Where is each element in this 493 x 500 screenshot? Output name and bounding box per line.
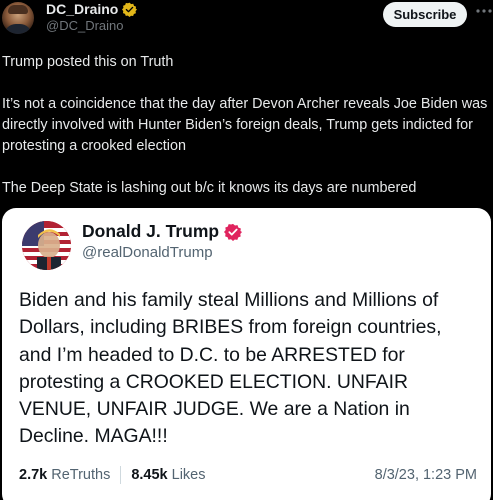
post-paragraph-2-line: directly involved with Hunter Biden’s fo… (2, 117, 473, 133)
quoted-post-line: protesting a CROOKED ELECTION. UNFAIR (19, 370, 408, 393)
post-paragraph-2: It’s not a coincidence that the day afte… (2, 94, 487, 157)
quoted-post-line: and I’m headed to D.C. to be ARRESTED fo… (19, 343, 405, 366)
post-paragraph-3: The Deep State is lashing out b/c it kno… (2, 180, 417, 196)
stats-divider (120, 466, 122, 484)
subscribe-button[interactable]: Subscribe (383, 2, 467, 27)
likes-label: Likes (171, 467, 206, 483)
author-handle[interactable]: @DC_Draino (46, 18, 124, 33)
likes-count: 8.45k (131, 467, 168, 483)
quoted-post-timestamp: 8/3/23, 1:23 PM (374, 467, 477, 483)
quoted-author-display-name: Donald J. Trump (82, 221, 220, 241)
post-header: DC_Draino @DC_Draino Subscribe (0, 0, 493, 44)
quoted-author-handle: @realDonaldTrump (82, 244, 213, 261)
quoted-post-stats: 2.7k ReTruths 8.45k Likes 8/3/23, 1:23 P… (19, 466, 477, 484)
quoted-post-image[interactable]: Donald J. Trump @realDonaldTrump Biden a… (2, 208, 491, 500)
post-paragraph-2-line: It’s not a coincidence that the day afte… (2, 96, 488, 112)
quoted-author-avatar (22, 221, 71, 270)
author-name-row: DC_Draino (46, 1, 138, 17)
post-paragraph-2-line: protesting a crooked election (2, 138, 186, 154)
quoted-post-body: Biden and his family steal Millions and … (19, 287, 481, 451)
more-options-icon[interactable] (475, 2, 493, 24)
quoted-post-line: VENUE, UNFAIR JUDGE. We are a Nation in (19, 398, 410, 421)
quoted-post-line: Decline. MAGA!!! (19, 425, 168, 448)
quoted-post-line: Dollars, including BRIBES from foreign c… (19, 316, 442, 339)
quoted-author-name-row: Donald J. Trump (82, 221, 243, 242)
author-avatar[interactable] (2, 2, 34, 34)
verified-badge-icon (122, 2, 138, 17)
quoted-post-line: Biden and his family steal Millions and … (19, 289, 439, 311)
truth-verified-badge-icon (224, 223, 243, 241)
post-paragraph-1: Trump posted this on Truth (2, 54, 174, 70)
retruths-count: 2.7k (19, 467, 48, 483)
author-display-name[interactable]: DC_Draino (46, 1, 118, 17)
retruths-label: ReTruths (51, 467, 111, 483)
